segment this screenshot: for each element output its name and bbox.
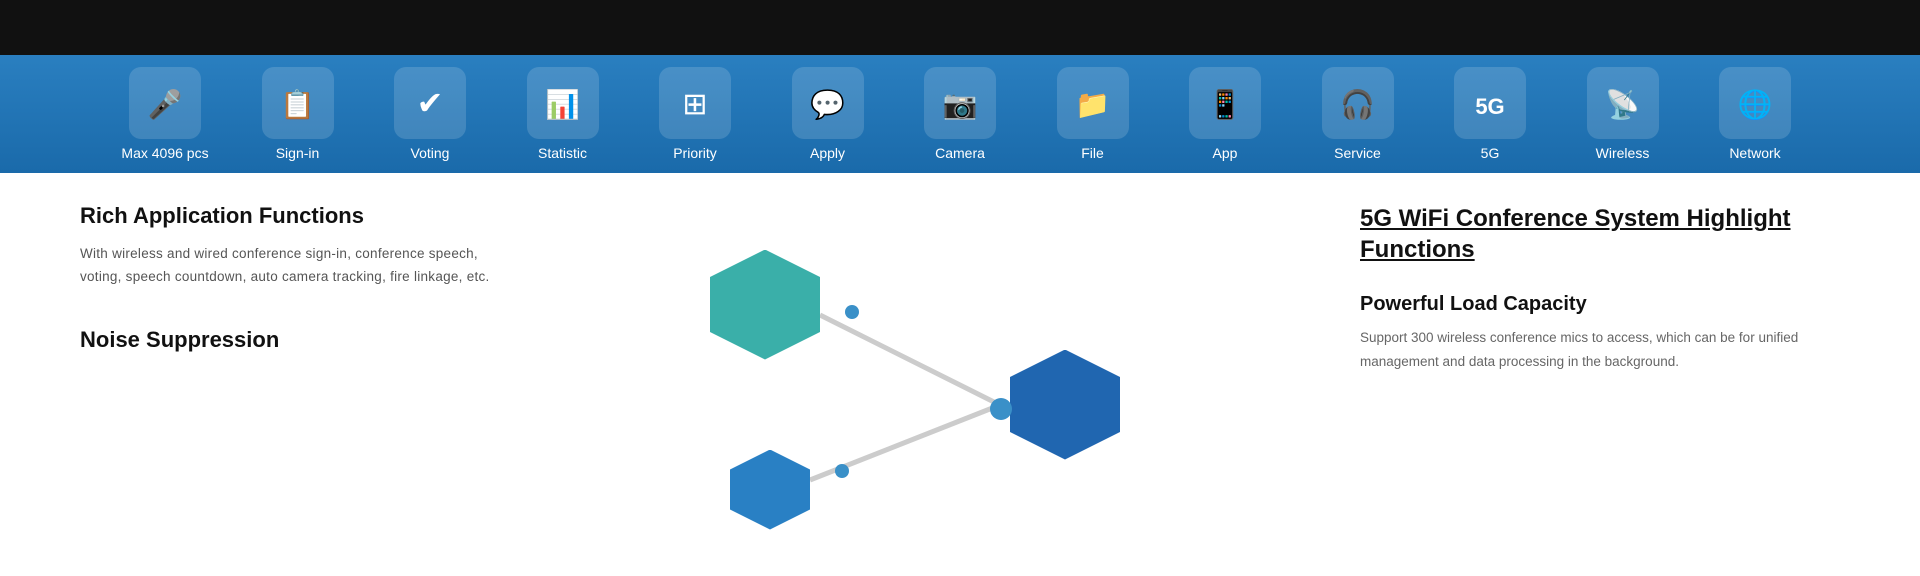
content-area: Rich Application Functions With wireless… [0,173,1920,576]
icon-label-priority: Priority [673,145,717,161]
apply-icon [810,85,845,122]
icon-label-voting: Voting [411,145,450,161]
icon-item-apply[interactable]: Apply [783,67,873,161]
voting-icon [417,84,444,122]
sub-title: Powerful Load Capacity [1360,293,1840,316]
icon-label-app: App [1213,145,1238,161]
right-desc: Support 300 wireless conference mics to … [1360,326,1840,373]
dot-top [845,305,859,319]
right-column: 5G WiFi Conference System Highlight Func… [1320,203,1840,576]
icon-label-apply: Apply [810,145,845,161]
icon-item-statistic[interactable]: Statistic [518,67,608,161]
left-column: Rich Application Functions With wireless… [80,203,500,576]
5g-icon [1475,85,1504,122]
top-black-bar [0,0,1920,55]
icon-item-file[interactable]: File [1048,67,1138,161]
rich-app-title: Rich Application Functions [80,203,500,229]
max4096-icon [148,85,183,122]
network-icon [1738,85,1773,122]
icon-item-priority[interactable]: Priority [650,67,740,161]
noise-title: Noise Suppression [80,327,500,353]
app-icon [1208,85,1243,122]
signin-icon [280,85,315,122]
icon-box-apply [792,67,864,139]
wireless-icon [1605,85,1640,122]
priority-icon [682,85,707,122]
icon-label-signin: Sign-in [276,145,320,161]
icon-box-app [1189,67,1261,139]
icon-box-statistic [527,67,599,139]
icon-label-5g: 5G [1481,145,1500,161]
icon-label-service: Service [1334,145,1381,161]
icon-label-statistic: Statistic [538,145,587,161]
icon-bar: Max 4096 pcs Sign-in Voting Statistic Priori… [0,55,1920,173]
rich-app-desc: With wireless and wired conference sign-… [80,243,500,289]
main-title: 5G WiFi Conference System Highlight Func… [1360,203,1840,265]
icon-box-file [1057,67,1129,139]
camera-icon [943,85,978,122]
icon-box-5g [1454,67,1526,139]
statistic-icon [545,85,580,122]
icon-item-wireless[interactable]: Wireless [1578,67,1668,161]
icon-item-signin[interactable]: Sign-in [253,67,343,161]
service-icon [1340,85,1375,122]
icon-label-wireless: Wireless [1596,145,1650,161]
icon-box-priority [659,67,731,139]
dot-center [990,398,1012,420]
icon-box-service [1322,67,1394,139]
icon-item-service[interactable]: Service [1313,67,1403,161]
icon-item-max4096[interactable]: Max 4096 pcs [120,67,210,161]
icon-label-max4096: Max 4096 pcs [121,145,208,161]
middle-diagram [500,203,1320,576]
icon-item-voting[interactable]: Voting [385,67,475,161]
icon-item-5g[interactable]: 5G [1445,67,1535,161]
icon-box-network [1719,67,1791,139]
icon-box-wireless [1587,67,1659,139]
icon-label-camera: Camera [935,145,985,161]
diagram-container [700,250,1120,530]
icon-box-voting [394,67,466,139]
icon-item-network[interactable]: Network [1710,67,1800,161]
icon-item-camera[interactable]: Camera [915,67,1005,161]
icon-box-camera [924,67,996,139]
icon-box-max4096 [129,67,201,139]
icon-label-file: File [1081,145,1104,161]
icon-label-network: Network [1729,145,1780,161]
icon-item-app[interactable]: App [1180,67,1270,161]
icon-box-signin [262,67,334,139]
dot-bottom [835,464,849,478]
file-icon [1075,85,1110,122]
